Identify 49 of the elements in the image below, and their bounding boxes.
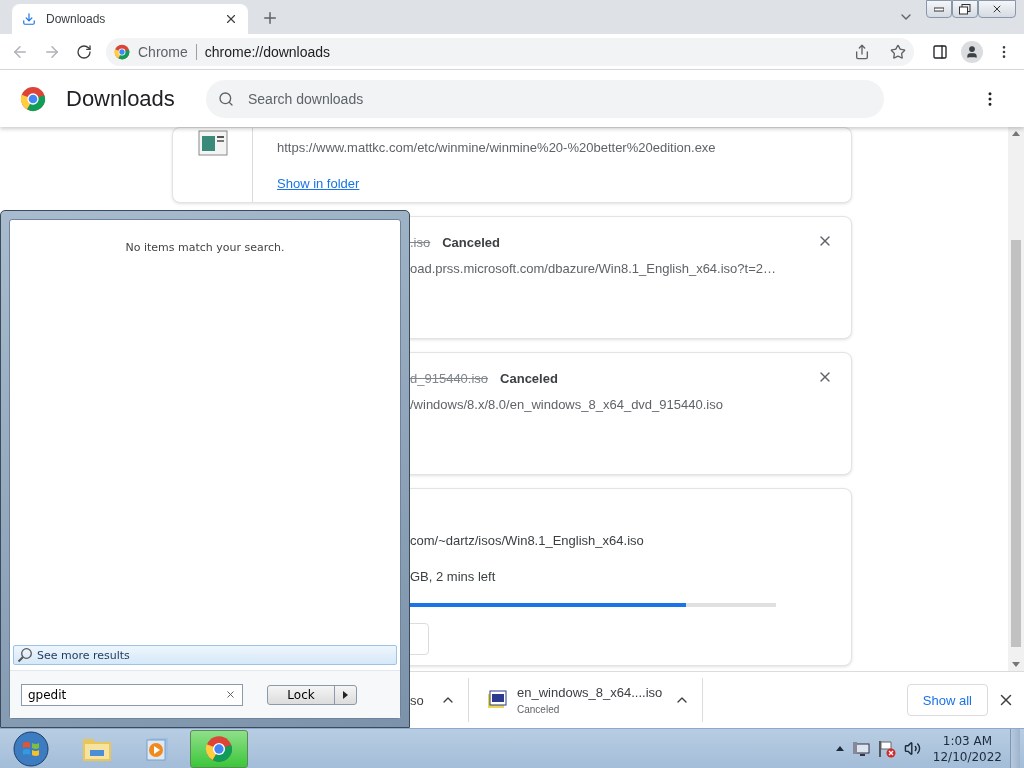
shelf-status: Canceled [517,704,561,715]
download-url: https://www.mattkc.com/etc/winmine/winmine%20-%20better%20edition.exe [277,139,716,155]
download-status: Canceled [500,370,558,386]
chrome-logo-icon [20,85,46,112]
download-icon [22,12,36,26]
restore-icon[interactable] [952,0,978,18]
download-url: oad.prss.microsoft.com/dbazure/Win8.1_English_x64.iso?t=2… [410,260,776,276]
search-field[interactable]: gpedit [21,683,243,706]
file-icon [197,130,228,156]
show-in-folder-link[interactable]: Show in folder [277,175,360,191]
shelf-file-name: so [410,692,425,708]
download-progress-text: GB, 2 mins left [410,568,496,584]
address-bar[interactable]: Chrome chrome://downloads [106,37,914,66]
flag-icon[interactable] [877,739,896,758]
shelf-file-name: en_windows_8_x64....iso [517,685,664,700]
disc-image-icon [487,690,507,710]
close-tab-icon[interactable] [224,12,238,26]
no-results-message: No items match your search. [125,241,285,254]
browser-tab[interactable]: Downloads [12,4,248,34]
tray-arrow-icon[interactable] [835,746,844,751]
site-label: Chrome [138,43,188,60]
download-status: Canceled [442,234,501,250]
share-icon[interactable] [854,43,870,60]
see-more-results-text: See more results [37,648,130,662]
page-title: Downloads [66,85,176,112]
clock[interactable]: 1:03 AM 12/10/2022 [932,732,1002,765]
caret-icon [343,690,348,699]
download-url: /windows/8.x/8.0/en_windows_8_x64_dvd_915440.iso [410,396,723,412]
search-icon [218,90,234,107]
shelf-item[interactable]: en_windows_8_x64....iso Canceled [469,678,703,722]
chrome-site-icon [114,43,130,60]
show-all-button[interactable]: Show all [906,684,988,716]
search-field[interactable]: Search downloads [206,79,884,118]
see-more-results-item[interactable]: See more results [13,645,397,665]
file-name: d_915440.iso [410,370,489,386]
taskbar-app[interactable] [190,729,248,768]
url-text: chrome://downloads [204,43,331,60]
clear-icon[interactable] [225,689,236,700]
star-icon[interactable] [890,43,906,60]
scroll-up-icon[interactable] [1012,131,1020,136]
scroll-down-icon[interactable] [1012,662,1020,667]
volume-icon[interactable] [903,740,921,757]
tab-title: Downloads [46,12,107,26]
chrome-icon [205,734,233,763]
file-name: .iso [410,234,431,250]
network-icon[interactable] [851,740,870,757]
search-icon [17,647,33,663]
scrollbar[interactable] [1008,127,1024,671]
download-url: com/~dartz/isos/Win8.1_English_x64.iso [410,532,644,548]
